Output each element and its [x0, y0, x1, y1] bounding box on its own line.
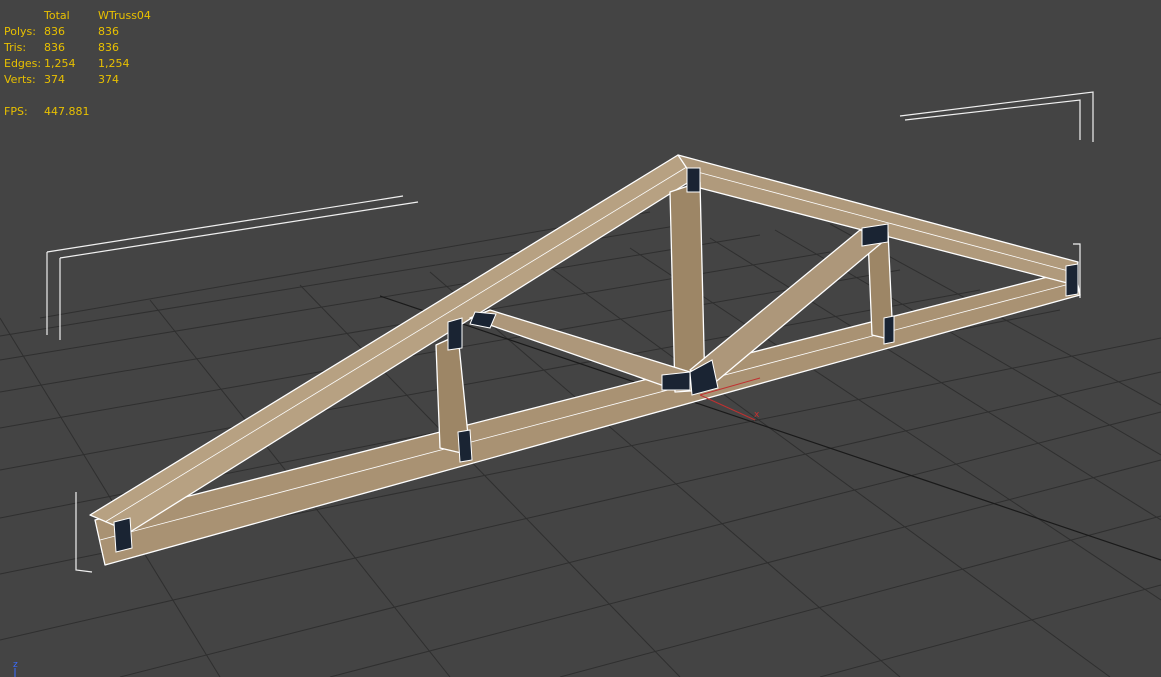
truss-bottom-chord: [94, 269, 1081, 566]
truss-king-post: [669, 181, 706, 393]
stats-total: 1,254: [44, 57, 76, 70]
scene-canvas[interactable]: [0, 0, 1161, 677]
viewport-perspective[interactable]: Total WTruss04 Polys: 836 836 Tris: 836 …: [0, 0, 1161, 677]
truss-mesh[interactable]: [89, 154, 1081, 566]
stats-total: 374: [44, 73, 65, 86]
stats-label: Verts:: [4, 73, 36, 86]
gizmo-x-label: x: [754, 410, 760, 420]
home-grid: [0, 211, 1161, 677]
stats-header-object: WTruss04: [98, 9, 151, 22]
stats-selected: 836: [98, 25, 119, 38]
stats-label: Tris:: [4, 41, 27, 54]
stats-header-total: Total: [44, 9, 70, 22]
stats-total: 836: [44, 41, 65, 54]
stats-total: 836: [44, 25, 65, 38]
stats-label: Polys:: [4, 25, 36, 38]
axis-z-label: z: [13, 660, 18, 670]
stats-label: Edges:: [4, 57, 42, 70]
selection-bracket-left: [46, 195, 419, 340]
fps-label: FPS:: [4, 105, 28, 118]
selection-bracket-right: [899, 91, 1094, 142]
stats-selected: 836: [98, 41, 119, 54]
stats-selected: 374: [98, 73, 119, 86]
fps-value: 447.881: [44, 105, 90, 118]
stats-selected: 1,254: [98, 57, 130, 70]
